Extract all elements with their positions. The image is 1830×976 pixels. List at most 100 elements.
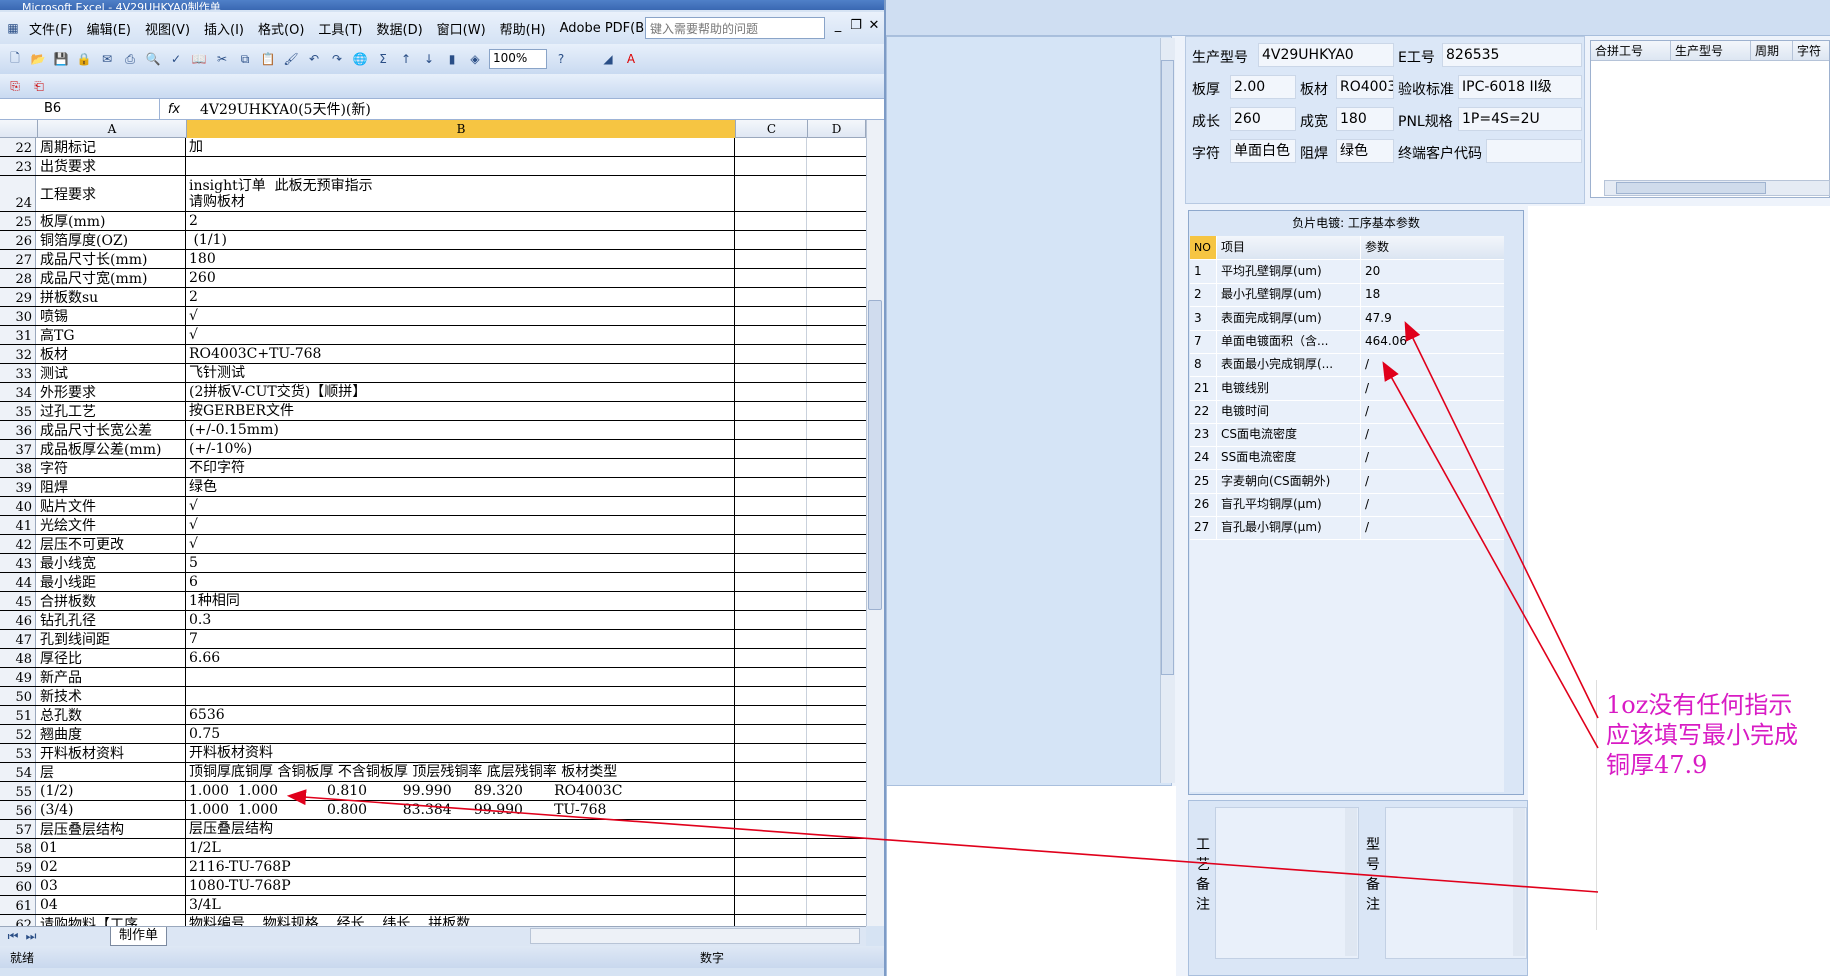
cell-b[interactable]: (1/1) — [187, 231, 735, 249]
cell-c[interactable] — [736, 744, 807, 762]
worksheet-row[interactable]: 41 光绘文件 √ — [0, 516, 866, 535]
vertical-scroll-thumb[interactable] — [868, 300, 882, 610]
cell-b[interactable]: 2 — [187, 212, 735, 230]
row-number[interactable]: 43 — [0, 554, 36, 572]
worksheet-row[interactable]: 25 板厚(mm) 2 — [0, 212, 866, 231]
row-number[interactable]: 23 — [0, 157, 36, 175]
cell-a[interactable]: 阻焊 — [38, 478, 186, 496]
cell-b[interactable]: √ — [187, 535, 735, 553]
cell-a[interactable]: 新技术 — [38, 687, 186, 705]
cell-b[interactable]: √ — [187, 497, 735, 515]
params-cell-value[interactable]: / — [1360, 493, 1504, 516]
worksheet-row[interactable]: 55 (1/2) 1.000 1.000 0.810 99.990 89.320 R… — [0, 782, 866, 801]
cell-c[interactable] — [736, 687, 807, 705]
params-row[interactable]: 23 CS面电流密度 / — [1190, 423, 1504, 448]
cell-c[interactable] — [736, 345, 807, 363]
row-number[interactable]: 28 — [0, 269, 36, 287]
row-number[interactable]: 50 — [0, 687, 36, 705]
hyperlink-icon[interactable]: 🌐 — [351, 50, 369, 68]
cell-a[interactable]: 开料板材资料 — [38, 744, 186, 762]
params-cell-value[interactable]: 18 — [1360, 283, 1504, 307]
cell-a[interactable]: 新产品 — [38, 668, 186, 686]
params-cell-value[interactable]: / — [1360, 423, 1504, 447]
width-field[interactable]: 180 — [1336, 107, 1394, 131]
params-header-item[interactable]: 项目 — [1216, 236, 1360, 259]
cell-a[interactable]: 合拼板数 — [38, 592, 186, 610]
cell-c[interactable] — [736, 402, 807, 420]
cell-c[interactable] — [736, 535, 807, 553]
row-number[interactable]: 61 — [0, 896, 36, 914]
cell-c[interactable] — [736, 611, 807, 629]
undo-icon[interactable]: ↶ — [305, 50, 323, 68]
cell-b[interactable] — [187, 668, 735, 686]
worksheet-row[interactable]: 51 总孔数 6536 — [0, 706, 866, 725]
worksheet-row[interactable]: 58 01 1/2L — [0, 839, 866, 858]
mask-field[interactable]: 绿色 — [1336, 139, 1394, 163]
params-row[interactable]: 2 最小孔壁铜厚(um) 18 — [1190, 283, 1504, 308]
cell-b[interactable]: 0.75 — [187, 725, 735, 743]
params-cell-item[interactable]: 字麦朝向(CS面朝外) — [1216, 469, 1360, 493]
chart-wizard-icon[interactable]: ▮ — [443, 50, 461, 68]
permission-icon[interactable]: 🔒 — [75, 50, 93, 68]
sheet-tab[interactable]: 制作单 — [110, 927, 168, 946]
cell-c[interactable] — [736, 877, 807, 895]
row-number[interactable]: 44 — [0, 573, 36, 591]
cell-b[interactable]: 6536 — [187, 706, 735, 724]
horizontal-scrollbar[interactable] — [530, 928, 860, 944]
worksheet-row[interactable]: 40 贴片文件 √ — [0, 497, 866, 516]
cell-b[interactable]: RO4003C+TU-768 — [187, 345, 735, 363]
menu-window[interactable]: 窗口(W) — [430, 19, 493, 38]
cell-c[interactable] — [736, 288, 807, 306]
worksheet-row[interactable]: 54 层顶铜厚底铜厚 含铜板厚 不含铜板厚 顶层残铜率 底层残铜率 板材类型 — [0, 763, 866, 782]
menu-insert[interactable]: 插入(I) — [197, 19, 251, 38]
row-number[interactable]: 38 — [0, 459, 36, 477]
params-row[interactable]: 21 电镀线别 / — [1190, 376, 1504, 401]
cell-b[interactable]: √ — [187, 307, 735, 325]
params-row[interactable]: 8 表面最小完成铜厚(... / — [1190, 353, 1504, 378]
menu-tools[interactable]: 工具(T) — [311, 19, 369, 38]
merge-col-char[interactable]: 字符 — [1793, 41, 1829, 60]
params-row[interactable]: 22 电镀时间 / — [1190, 399, 1504, 424]
cell-a[interactable]: 周期标记 — [38, 138, 186, 156]
params-cell-no[interactable]: 24 — [1190, 446, 1216, 469]
worksheet-row[interactable]: 52 翘曲度 0.75 — [0, 725, 866, 744]
preview-scroll-thumb[interactable] — [1161, 60, 1174, 675]
worksheet-grid[interactable]: 22 周期标记加 23 出货要求 24 工程要求 insight订单 此板无预审指示 请购板材… — [0, 138, 866, 926]
cell-a[interactable]: 拼板数su — [38, 288, 186, 306]
cell-c[interactable] — [736, 573, 807, 591]
drawing-icon[interactable]: ◈ — [466, 50, 484, 68]
worksheet-row[interactable]: 23 出货要求 — [0, 157, 866, 176]
params-cell-item[interactable]: 盲孔平均铜厚(μm) — [1216, 493, 1360, 516]
cell-a[interactable]: 光绘文件 — [38, 516, 186, 534]
params-cell-no[interactable]: 2 — [1190, 283, 1216, 306]
length-field[interactable]: 260 — [1230, 107, 1296, 131]
cell-c[interactable] — [736, 138, 807, 156]
params-cell-value[interactable]: / — [1360, 376, 1504, 400]
process-remark-input[interactable] — [1215, 807, 1359, 959]
e-no-field[interactable]: 826535 — [1442, 43, 1582, 67]
row-number[interactable]: 53 — [0, 744, 36, 762]
worksheet-row[interactable]: 61 04 3/4L — [0, 896, 866, 915]
cell-b[interactable]: 6 — [187, 573, 735, 591]
cell-b[interactable]: 物料编号 物料规格 经长 纬长 拼板数 — [187, 915, 735, 926]
worksheet-row[interactable]: 37 成品板厚公差(mm) (+/-10%) — [0, 440, 866, 459]
row-number[interactable]: 51 — [0, 706, 36, 724]
row-number[interactable]: 55 — [0, 782, 36, 800]
cell-a[interactable]: 成品尺寸长(mm) — [38, 250, 186, 268]
cell-a[interactable]: 测试 — [38, 364, 186, 382]
cell-b[interactable] — [187, 157, 735, 175]
merge-col-model[interactable]: 生产型号 — [1671, 41, 1751, 60]
new-file-icon[interactable]: 🗋 — [6, 50, 24, 68]
cell-c[interactable] — [736, 592, 807, 610]
cell-c[interactable] — [736, 668, 807, 686]
worksheet-row[interactable]: 22 周期标记加 — [0, 138, 866, 157]
menu-edit[interactable]: 编辑(E) — [80, 19, 138, 38]
row-number[interactable]: 57 — [0, 820, 36, 838]
row-number[interactable]: 58 — [0, 839, 36, 857]
print-preview-icon[interactable]: 🔍 — [144, 50, 162, 68]
cell-b[interactable]: 2116-TU-768P — [187, 858, 735, 876]
cell-c[interactable] — [736, 231, 807, 249]
cell-a[interactable]: 03 — [38, 877, 186, 895]
autosum-icon[interactable]: Σ — [374, 50, 392, 68]
help-icon[interactable]: ? — [552, 50, 570, 68]
